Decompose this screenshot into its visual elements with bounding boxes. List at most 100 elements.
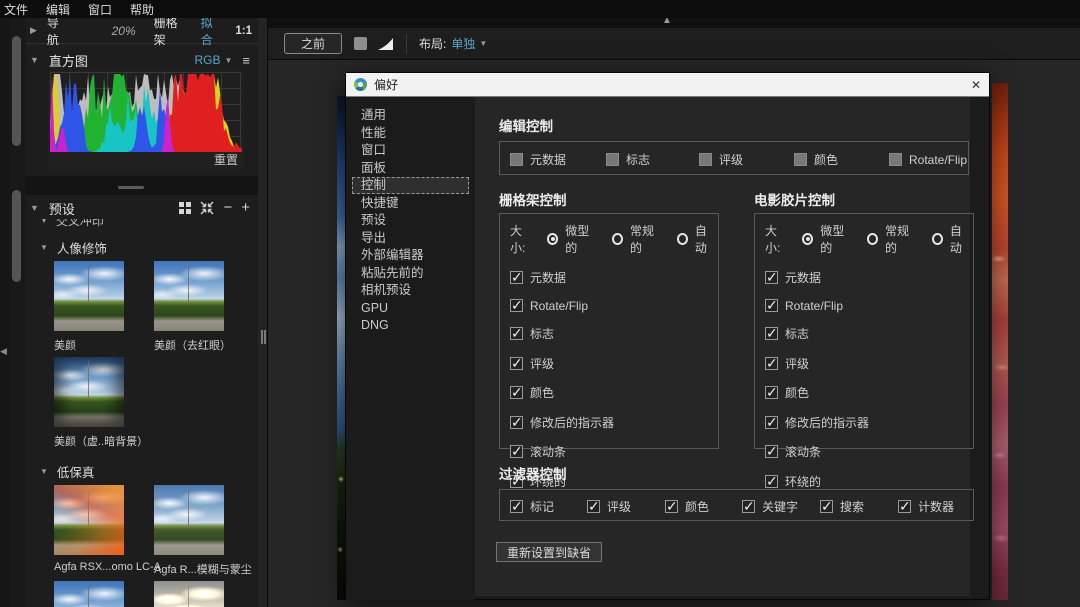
preset-thumbnail[interactable] — [154, 581, 224, 607]
preset-thumbnail[interactable] — [54, 485, 124, 555]
checkbox-checked-icon[interactable] — [510, 445, 523, 458]
checkbox[interactable]: 搜索 — [820, 498, 898, 515]
dropdown-icon[interactable]: ▼ — [224, 56, 232, 65]
panel-divider-grip[interactable] — [118, 186, 144, 189]
checkbox[interactable]: 评级 — [510, 355, 718, 372]
menu-item[interactable]: 帮助 — [130, 1, 154, 18]
menu-item[interactable]: 编辑 — [46, 1, 70, 18]
checkbox[interactable]: 滚动条 — [765, 443, 973, 460]
close-icon[interactable]: ✕ — [971, 79, 981, 91]
checkbox[interactable]: Rotate/Flip — [510, 299, 718, 313]
hamburger-icon[interactable]: ≡ — [242, 53, 250, 68]
preset-group-clipped[interactable]: ▼ 交叉冲印 — [40, 219, 258, 229]
minus-icon[interactable]: − — [223, 203, 232, 213]
preset-thumbnail[interactable] — [54, 581, 124, 607]
prefs-nav-item[interactable]: DNG — [352, 317, 469, 334]
checkbox-checked-icon[interactable] — [510, 271, 523, 284]
solid-view-icon[interactable] — [354, 37, 367, 50]
prefs-nav-item[interactable]: 导出 — [352, 230, 469, 247]
prefs-nav-item[interactable]: 面板 — [352, 160, 469, 177]
checkbox[interactable]: 颜色 — [765, 384, 973, 401]
split-view-icon[interactable] — [377, 37, 394, 51]
collapse-all-icon[interactable] — [200, 201, 214, 215]
checkbox-checked-icon[interactable] — [510, 357, 523, 370]
checkbox-checked-icon[interactable] — [820, 500, 833, 513]
checkbox-checked-icon[interactable] — [665, 500, 678, 513]
checkbox-checked-icon[interactable] — [742, 500, 755, 513]
histogram-reset-button[interactable]: 重置 — [214, 151, 238, 168]
scrollbar-thumb-top[interactable] — [12, 36, 21, 146]
checkbox[interactable]: Rotate/Flip — [765, 299, 973, 313]
checkbox[interactable]: 元数据 — [510, 151, 606, 168]
preset-item[interactable]: Agfa RSX...omo LC-A — [54, 485, 154, 577]
checkbox-checked-icon[interactable] — [765, 357, 778, 370]
checkbox-checked-icon[interactable] — [510, 416, 523, 429]
collapse-down-icon[interactable]: ▼ — [40, 243, 48, 252]
radio-icon[interactable] — [677, 233, 688, 245]
checkbox[interactable]: 元数据 — [510, 269, 718, 286]
reset-to-default-button[interactable]: 重新设置到缺省 — [496, 542, 602, 562]
checkbox[interactable]: 环绕的 — [765, 473, 973, 490]
collapse-down-icon[interactable]: ▼ — [30, 55, 39, 65]
checkbox[interactable]: 评级 — [765, 355, 973, 372]
checkbox-checked-icon[interactable] — [510, 386, 523, 399]
preset-group-header[interactable]: ▼低保真 — [40, 462, 258, 481]
preset-thumbnail[interactable] — [154, 261, 224, 331]
preset-item[interactable] — [154, 581, 254, 607]
menu-item[interactable]: 窗口 — [88, 1, 112, 18]
presets-header[interactable]: ▼ 预设 − + — [26, 197, 258, 219]
grid-rack-label[interactable]: 栅格架 — [154, 18, 185, 48]
prefs-nav-item[interactable]: 预设 — [352, 212, 469, 229]
checkbox-checked-icon[interactable] — [587, 500, 600, 513]
preset-thumbnail[interactable] — [54, 261, 124, 331]
checkbox[interactable]: 元数据 — [765, 269, 973, 286]
prefs-nav-item[interactable]: 外部编辑器 — [352, 247, 469, 264]
radio-icon[interactable] — [612, 233, 623, 245]
prefs-nav-item[interactable]: 通用 — [352, 107, 469, 124]
prefs-nav-item[interactable]: 性能 — [352, 125, 469, 142]
checkbox[interactable]: 标志 — [765, 325, 973, 342]
checkbox-checked-icon[interactable] — [765, 386, 778, 399]
prefs-nav-item[interactable]: GPU — [352, 300, 469, 317]
scrollbar-thumb-presets[interactable] — [12, 190, 21, 282]
dropdown-icon[interactable]: ▼ — [479, 39, 487, 48]
checkbox-checked-icon[interactable] — [765, 416, 778, 429]
plus-icon[interactable]: + — [241, 203, 250, 213]
checkbox-checked-icon[interactable] — [765, 271, 778, 284]
checkbox[interactable]: 标志 — [510, 325, 718, 342]
checkbox[interactable]: 标志 — [606, 151, 699, 168]
preset-thumbnail[interactable] — [54, 357, 124, 427]
preset-thumbnail[interactable] — [154, 485, 224, 555]
zoom-percent[interactable]: 20% — [112, 24, 136, 38]
preset-group-header[interactable]: ▼人像修饰 — [40, 238, 258, 257]
checkbox-checked-icon[interactable] — [765, 475, 778, 488]
checkbox-checked-icon[interactable] — [765, 299, 778, 312]
panel-splitter[interactable] — [258, 18, 268, 607]
prefs-nav-item[interactable]: 相机预设 — [352, 282, 469, 299]
prefs-nav-item[interactable]: 粘贴先前的 — [352, 265, 469, 282]
preset-item[interactable]: 美颜（虚..暗背景） — [54, 357, 154, 449]
prefs-nav-item[interactable]: 快捷键 — [352, 195, 469, 212]
collapse-down-icon[interactable]: ▼ — [30, 203, 39, 213]
checkbox-checked-icon[interactable] — [510, 299, 523, 312]
preset-item[interactable]: 美颜 — [54, 261, 154, 353]
collapse-down-icon[interactable]: ▼ — [40, 467, 48, 476]
histogram-channel-select[interactable]: RGB — [194, 53, 220, 67]
checkbox[interactable]: Rotate/Flip — [889, 151, 968, 168]
checkbox-checked-icon[interactable] — [510, 500, 523, 513]
checkbox-unchecked-icon[interactable] — [889, 153, 902, 166]
histogram-header[interactable]: ▼ 直方图 RGB ▼ ≡ — [26, 50, 258, 70]
checkbox[interactable]: 颜色 — [510, 384, 718, 401]
dialog-titlebar[interactable]: 偏好 ✕ — [346, 73, 989, 97]
checkbox[interactable]: 评级 — [587, 498, 665, 515]
one-to-one-label[interactable]: 1:1 — [235, 25, 252, 37]
checkbox[interactable]: 修改后的指示器 — [765, 414, 973, 431]
panel-collapse-left-icon[interactable]: ◀ — [0, 346, 7, 357]
checkbox[interactable]: 计数器 — [898, 498, 973, 515]
checkbox-checked-icon[interactable] — [510, 327, 523, 340]
checkbox[interactable]: 评级 — [699, 151, 794, 168]
before-button[interactable]: 之前 — [284, 33, 342, 54]
checkbox[interactable]: 滚动条 — [510, 443, 718, 460]
checkbox[interactable]: 颜色 — [665, 498, 742, 515]
navigator-header[interactable]: ▶ 导航 20% 栅格架 拟合 1:1 — [26, 22, 258, 44]
